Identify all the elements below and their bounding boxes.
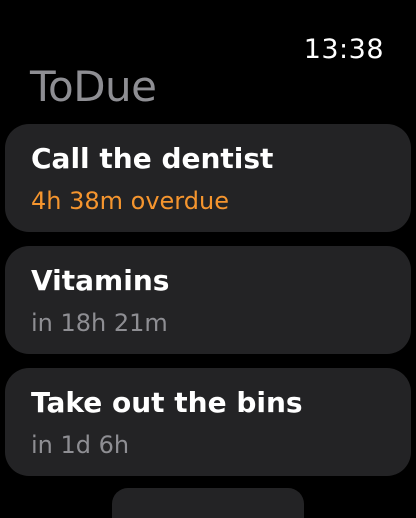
task-card[interactable]: Take out the bins in 1d 6h — [5, 368, 411, 476]
status-time: 13:38 — [303, 34, 384, 65]
task-status: in 18h 21m — [31, 309, 168, 337]
task-title: Take out the bins — [31, 386, 303, 419]
next-card-peek[interactable] — [112, 488, 304, 518]
task-title: Vitamins — [31, 264, 170, 297]
task-card[interactable]: Call the dentist 4h 38m overdue — [5, 124, 411, 232]
app-title: ToDue — [30, 62, 157, 111]
task-list: Call the dentist 4h 38m overdue Vitamins… — [5, 124, 411, 490]
task-title: Call the dentist — [31, 142, 274, 175]
task-card[interactable]: Vitamins in 18h 21m — [5, 246, 411, 354]
task-status-overdue: 4h 38m overdue — [31, 187, 229, 215]
task-status: in 1d 6h — [31, 431, 130, 459]
